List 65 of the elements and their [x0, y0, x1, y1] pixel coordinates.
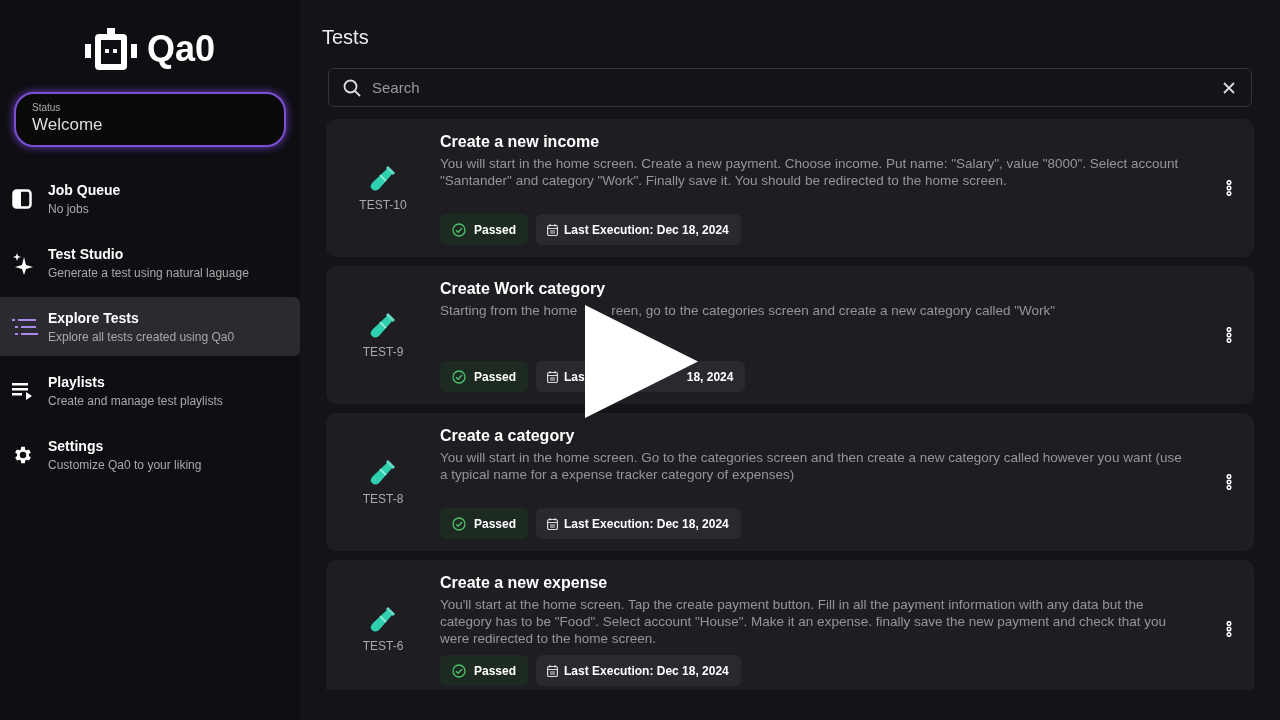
- test-title: Create a new income: [440, 133, 601, 151]
- search-field[interactable]: Search: [328, 68, 1252, 107]
- nav-item[interactable]: Test Studio Generate a test using natural laguage: [0, 233, 300, 292]
- status-chip: Passed: [440, 214, 529, 245]
- nav-item-title: Test Studio: [48, 245, 125, 262]
- nav-item-title: Settings: [48, 437, 105, 454]
- nav-item[interactable]: Playlists Create and manage test playlists: [0, 361, 300, 420]
- status-chip: Passed: [440, 361, 529, 392]
- list-icon: [12, 317, 38, 336]
- app-name: Qa0: [146, 28, 215, 70]
- test-id: TEST-8: [362, 492, 404, 506]
- test-description: Starting from the home reen, go to the categories screen and create a new category called "Work": [440, 302, 1057, 320]
- more-options-icon[interactable]: [1226, 621, 1232, 637]
- test-description: You will start in the home screen. Create a new payment. Choose income. Put name: "Salary", value "8000". Select account "Santander" and category "Work". Finally save it. You should be redirected to the home screen.: [440, 155, 1180, 190]
- test-tube-icon: [370, 311, 396, 339]
- test-id: TEST-6: [362, 639, 404, 653]
- status-value: Welcome: [32, 115, 104, 135]
- test-card[interactable]: [326, 560, 1254, 690]
- nav-item[interactable]: Explore Tests Explore all tests created using Qa0: [0, 297, 300, 356]
- test-card[interactable]: [326, 413, 1254, 551]
- status-chip: Passed: [440, 655, 529, 686]
- nav-item-subtitle: Customize Qa0 to your liking: [48, 457, 202, 472]
- test-tube-icon: [370, 605, 396, 633]
- check-circle-icon: [452, 369, 466, 384]
- test-tube-icon: [370, 164, 396, 192]
- close-icon[interactable]: [1223, 81, 1235, 94]
- calendar-icon: [547, 370, 559, 383]
- nav-item[interactable]: Job Queue No jobs: [0, 169, 300, 228]
- panel-icon: [12, 188, 32, 209]
- calendar-icon: [547, 517, 559, 530]
- more-options-icon[interactable]: [1226, 180, 1232, 196]
- robot-logo-icon: [84, 28, 137, 70]
- test-description: You'll start at the home screen. Tap the create payment button. Fill in all the payment information with any data but the category has to be "Food". Select account "House". Make it an expense. finally save the new payment and check that you were redirected to the home screen.: [440, 596, 1168, 647]
- nav-item-subtitle: Create and manage test playlists: [48, 393, 223, 408]
- test-description: You will start in the home screen. Go to the categories screen and then create a new category called however you want (use a typical name for a expense tracker category of expenses): [440, 449, 1183, 484]
- more-options-icon[interactable]: [1226, 474, 1232, 490]
- page-title: Tests: [322, 26, 370, 50]
- more-options-icon[interactable]: [1226, 327, 1232, 343]
- calendar-icon: [547, 223, 559, 236]
- nav-item-subtitle: No jobs: [48, 201, 90, 216]
- test-title: Create a category: [440, 427, 576, 445]
- test-card[interactable]: [326, 119, 1254, 257]
- nav-item[interactable]: Settings Customize Qa0 to your liking: [0, 425, 300, 484]
- nav-item-title: Explore Tests: [48, 309, 140, 326]
- nav-item-subtitle: Generate a test using natural laguage: [48, 265, 249, 280]
- nav-item-subtitle: Explore all tests created using Qa0: [48, 329, 235, 344]
- status-chip: Passed: [440, 508, 529, 539]
- test-id: TEST-10: [359, 198, 407, 212]
- calendar-icon: [547, 664, 559, 677]
- nav-item-title: Playlists: [48, 373, 106, 390]
- test-tube-icon: [370, 458, 396, 486]
- test-title: Create Work category: [440, 280, 607, 298]
- last-execution-chip: Last Execution: Dec 18, 2024: [536, 214, 741, 245]
- last-execution-chip: Last Execution: Dec 18, 2024: [536, 655, 741, 686]
- check-circle-icon: [452, 516, 466, 531]
- status-label: Status: [32, 102, 62, 113]
- check-circle-icon: [452, 222, 466, 237]
- nav-item-title: Job Queue: [48, 181, 121, 198]
- search-icon: [343, 78, 361, 97]
- playlist-icon: [12, 381, 34, 400]
- check-circle-icon: [452, 663, 466, 678]
- test-title: Create a new expense: [440, 574, 609, 592]
- test-card[interactable]: TEST-9 Create Work category Starting from the home reen, go to the categories screen and create a new category called "Work" Passed Las 18, 2024: [326, 266, 1254, 404]
- test-id: TEST-9: [362, 345, 404, 359]
- last-execution-chip: Last Execution: Dec 18, 2024: [536, 508, 741, 539]
